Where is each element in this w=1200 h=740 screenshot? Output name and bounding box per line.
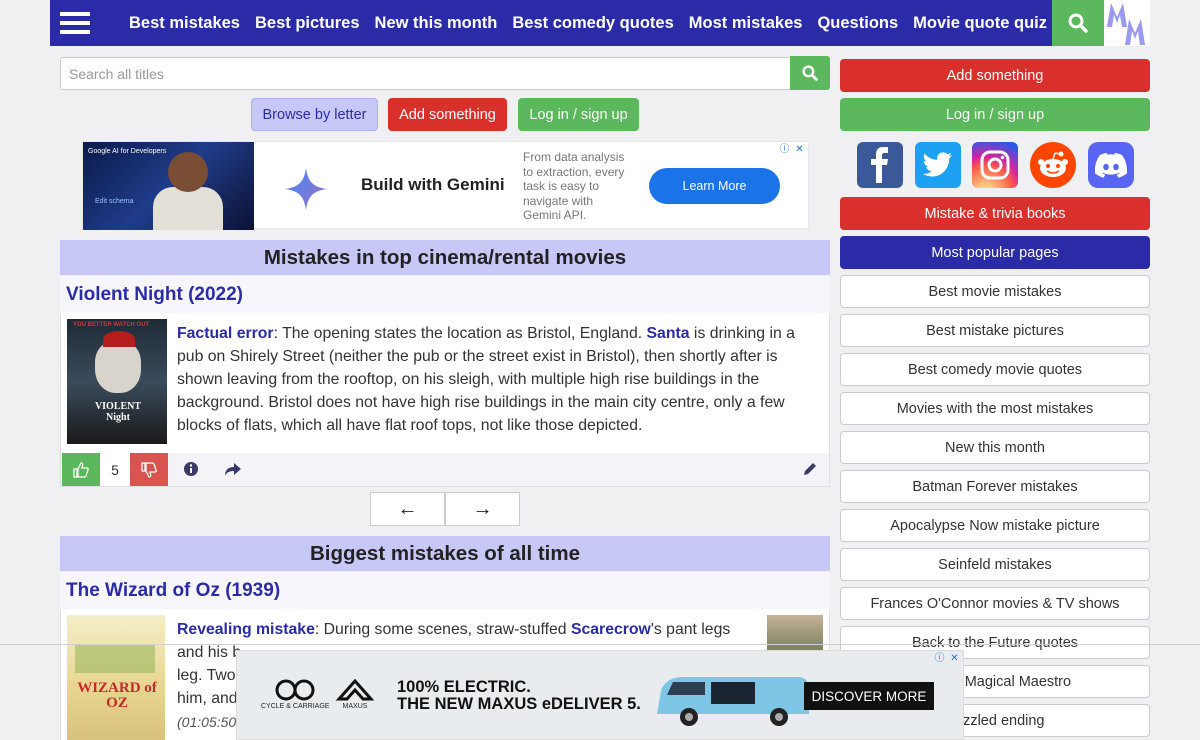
search-button[interactable] (790, 56, 830, 90)
sidebar-link[interactable]: Frances O'Connor movies & TV shows (840, 587, 1150, 620)
ad-banner-top[interactable]: Google AI for Developers Edit schema Bui… (82, 141, 809, 230)
instagram-icon[interactable] (972, 142, 1018, 188)
nav-questions[interactable]: Questions (817, 14, 898, 33)
search-icon (802, 65, 818, 81)
cycle-carriage-logo-icon (275, 679, 315, 701)
character-link[interactable]: Santa (647, 325, 690, 342)
mistake-text: Revealing mistake: During some scenes, s… (177, 618, 757, 641)
movie-poster[interactable]: YOU BETTER WATCH OUT VIOLENT Night (67, 319, 167, 444)
sidebar-add-something-button[interactable]: Add something (840, 59, 1150, 92)
nav-best-pictures[interactable]: Best pictures (255, 14, 360, 33)
sidebar-link[interactable]: Seinfeld mistakes (840, 548, 1150, 581)
mistake-text-part: : During some scenes, straw-stuffed (314, 621, 571, 638)
close-icon[interactable]: ✕ (793, 143, 806, 156)
ad-brand-cycle-carriage: CYCLE & CARRIAGE (261, 679, 329, 710)
sidebar-link[interactable]: New this month (840, 431, 1150, 464)
van-image (657, 677, 809, 726)
prev-button[interactable]: ← (370, 492, 445, 526)
reddit-icon[interactable] (1030, 142, 1076, 188)
site-logo[interactable] (1104, 0, 1150, 46)
poster-tagline: YOU BETTER WATCH OUT (73, 322, 150, 328)
ad-image-subcaption: Edit schema (95, 198, 134, 205)
mistake-text-part: : The opening states the location as Bri… (273, 325, 647, 342)
mistake-text-part: 's pant legs (650, 621, 731, 638)
movie-title-link[interactable]: Violent Night (2022) (66, 284, 243, 306)
ad-image-caption: Google AI for Developers (88, 148, 167, 155)
vote-count: 5 (100, 453, 130, 486)
logo-mm-icon (1107, 3, 1145, 45)
ad-brand1-label: CYCLE & CARRIAGE (261, 703, 330, 710)
mistake-entry: YOU BETTER WATCH OUT VIOLENT Night Factu… (60, 313, 830, 453)
section-heading-biggest-mistakes: Biggest mistakes of all time (60, 536, 830, 571)
mistake-trivia-books-button[interactable]: Mistake & trivia books (840, 197, 1150, 230)
movie-title-row: Violent Night (2022) (60, 276, 830, 313)
ad-choices[interactable]: ⓘ ✕ (778, 143, 806, 156)
close-icon[interactable]: ✕ (948, 652, 961, 665)
share-icon[interactable] (224, 461, 242, 477)
mistake-category[interactable]: Revealing mistake (177, 621, 315, 638)
info-icon[interactable]: ⓘ (778, 143, 791, 156)
edit-icon[interactable] (802, 461, 818, 477)
ad-discover-more-button[interactable]: DISCOVER MORE (804, 682, 934, 710)
ad-image: Google AI for Developers Edit schema (83, 142, 254, 230)
twitter-icon[interactable] (915, 142, 961, 188)
mistake-category[interactable]: Factual error (177, 325, 274, 342)
ad-body: From data analysis to extraction, every … (523, 150, 625, 222)
search-icon (1068, 13, 1088, 33)
facebook-icon[interactable] (857, 142, 903, 188)
movie-title-row: The Wizard of Oz (1939) (60, 572, 830, 609)
sidebar-link[interactable]: Best movie mistakes (840, 275, 1150, 308)
ad-choices[interactable]: ⓘ ✕ (933, 652, 961, 665)
movie-title-link[interactable]: The Wizard of Oz (1939) (66, 580, 280, 602)
vote-down-button[interactable] (130, 453, 168, 486)
section-heading-top-movies: Mistakes in top cinema/rental movies (60, 240, 830, 275)
ad-headline: Build with Gemini (361, 175, 505, 194)
nav-new-this-month[interactable]: New this month (375, 14, 498, 33)
nav-best-comedy-quotes[interactable]: Best comedy quotes (512, 14, 673, 33)
character-link[interactable]: Scarecrow (571, 621, 651, 638)
ad-brand2-label: MAXUS (342, 703, 368, 710)
maxus-logo-icon (335, 678, 375, 701)
thumbs-down-icon (141, 461, 157, 478)
nav-most-mistakes[interactable]: Most mistakes (689, 14, 803, 33)
nav-best-mistakes[interactable]: Best mistakes (129, 14, 240, 33)
gemini-star-icon (285, 168, 327, 210)
menu-icon[interactable] (50, 0, 100, 46)
search-input[interactable] (60, 57, 791, 90)
browse-by-letter-button[interactable]: Browse by letter (251, 98, 378, 131)
sidebar-login-button[interactable]: Log in / sign up (840, 98, 1150, 131)
sidebar-link[interactable]: Apocalypse Now mistake picture (840, 509, 1150, 542)
info-icon[interactable] (183, 461, 199, 477)
next-button[interactable]: → (445, 492, 520, 526)
top-navbar: Best mistakes Best pictures New this mon… (50, 0, 1150, 46)
nav-movie-quote-quiz[interactable]: Movie quote quiz (913, 14, 1047, 33)
login-button[interactable]: Log in / sign up (518, 98, 639, 131)
info-icon[interactable]: ⓘ (933, 652, 946, 665)
vote-bar: 5 (60, 453, 830, 487)
nav-links: Best mistakes Best pictures New this mon… (129, 14, 1047, 33)
sidebar-link[interactable]: Best mistake pictures (840, 314, 1150, 347)
most-popular-pages-heading: Most popular pages (840, 236, 1150, 269)
sidebar-link[interactable]: Movies with the most mistakes (840, 392, 1150, 425)
ad-learn-more-button[interactable]: Learn More (649, 168, 780, 204)
sidebar-link[interactable]: Best comedy movie quotes (840, 353, 1150, 386)
vote-up-button[interactable] (62, 453, 100, 486)
nav-search-button[interactable] (1052, 0, 1104, 46)
ad-headline-line1: 100% ELECTRIC. (397, 678, 531, 696)
ad-brand-maxus: MAXUS (335, 678, 375, 710)
sidebar-link[interactable]: Batman Forever mistakes (840, 470, 1150, 503)
thumbs-up-icon (73, 461, 89, 478)
ad-banner-bottom[interactable]: CYCLE & CARRIAGE MAXUS 100% ELECTRIC. TH… (236, 650, 964, 740)
mistake-text: Factual error: The opening states the lo… (177, 322, 817, 437)
ad-bottom-headline: 100% ELECTRIC. THE NEW MAXUS eDELIVER 5. (397, 679, 641, 713)
add-something-button[interactable]: Add something (388, 98, 507, 131)
discord-icon[interactable] (1088, 142, 1134, 188)
ad-headline-line2: THE NEW MAXUS eDELIVER 5. (397, 695, 641, 713)
poster-title: VIOLENT Night (94, 401, 142, 423)
